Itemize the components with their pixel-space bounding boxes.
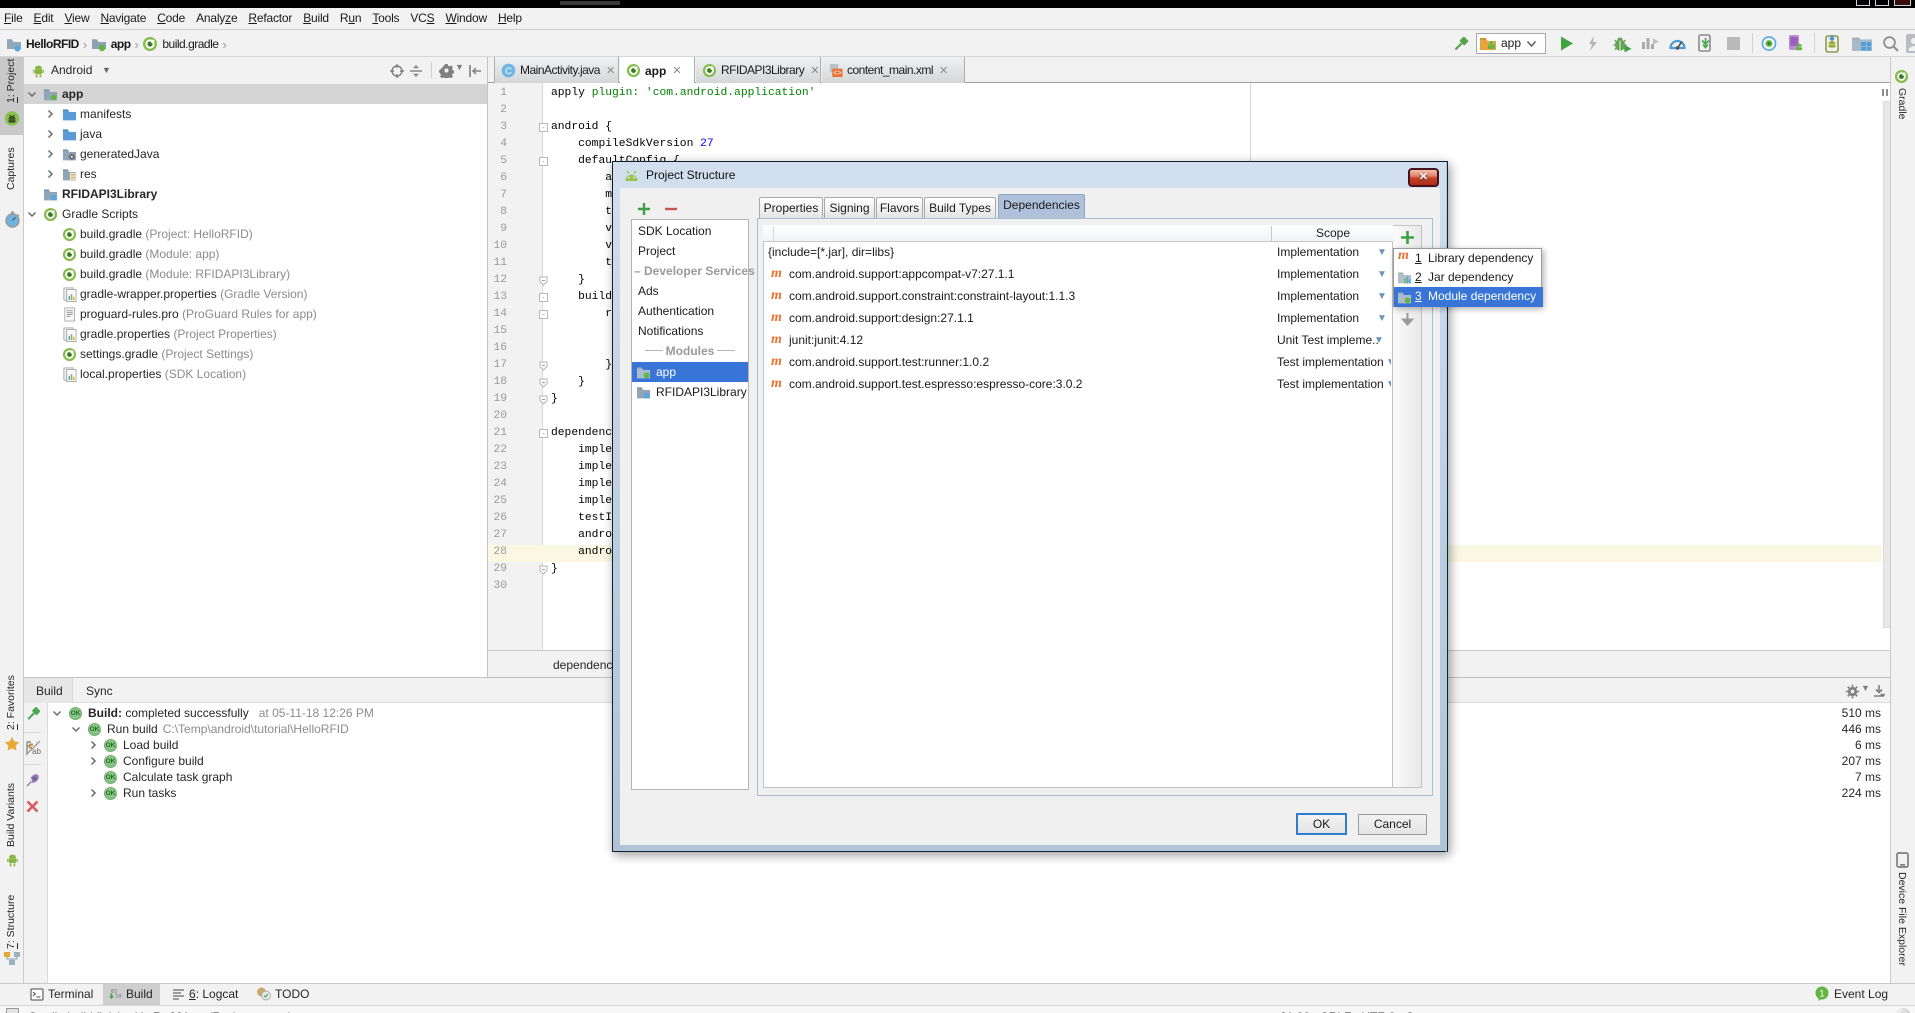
svg-text:1: 1 (1819, 988, 1824, 998)
svg-text:10: 10 (115, 993, 122, 1000)
